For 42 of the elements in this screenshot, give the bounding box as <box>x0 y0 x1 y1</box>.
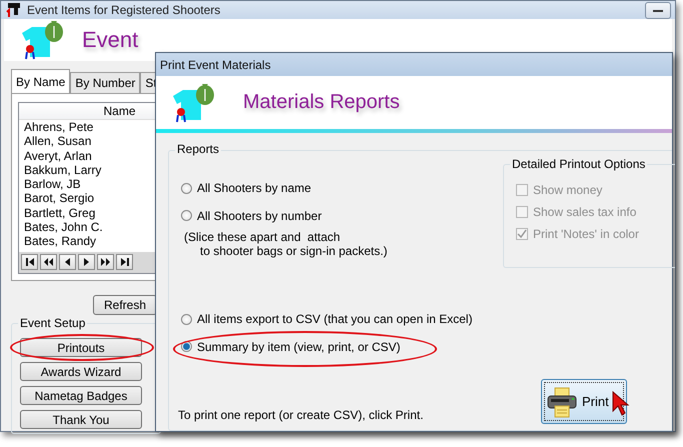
left-icon <box>65 258 70 266</box>
tab[interactable]: By Name <box>11 69 70 93</box>
tab[interactable]: By Number <box>70 72 140 93</box>
first-icon <box>26 258 34 266</box>
radio-button[interactable] <box>181 182 192 194</box>
note-text: (Slice these apart and attach <box>184 230 342 244</box>
window-title: Event Items for Registered Shooters <box>27 3 222 17</box>
app-icon <box>5 2 21 18</box>
last-icon <box>120 258 128 266</box>
setup-button[interactable]: Nametag Badges <box>20 386 142 405</box>
setup-button[interactable]: Printouts <box>20 338 142 357</box>
next-button[interactable] <box>78 254 95 270</box>
page-back-button[interactable] <box>40 254 57 270</box>
refresh-button[interactable]: Refresh <box>93 295 157 315</box>
header-title: Materials Reports <box>243 91 400 114</box>
radio-button[interactable] <box>181 314 192 324</box>
instruction-text: To print one report (or create CSV), click Print. <box>178 408 424 424</box>
first-record-button[interactable] <box>21 254 38 270</box>
setup-button[interactable]: Thank You <box>20 410 142 429</box>
previous-button[interactable] <box>59 254 76 270</box>
double-right-icon <box>101 258 110 266</box>
printer-icon <box>546 386 578 418</box>
group-title: Reports <box>175 142 222 156</box>
radio-button[interactable] <box>181 210 192 221</box>
note-text: to shooter bags or sign-in packets.) <box>199 244 388 258</box>
header-title: Event <box>82 27 138 53</box>
dialog-title: Print Event Materials <box>160 58 271 72</box>
minimize-icon <box>653 8 663 12</box>
minimize-button[interactable] <box>645 2 671 19</box>
setup-button[interactable]: Awards Wizard <box>20 362 142 381</box>
group-title: Detailed Printout Options <box>510 157 648 171</box>
print-button[interactable]: Print <box>541 379 627 424</box>
double-left-icon <box>44 258 53 266</box>
pointer-icon <box>612 391 630 417</box>
page-forward-button[interactable] <box>97 254 114 270</box>
last-record-button[interactable] <box>116 254 133 270</box>
option-label: Print 'Notes' in color <box>533 227 639 241</box>
radio-button[interactable] <box>181 341 192 352</box>
right-icon <box>84 258 89 266</box>
group-title: Event Setup <box>18 316 88 330</box>
option-label: Show sales tax info <box>533 205 636 219</box>
option-label: Show money <box>533 183 602 197</box>
